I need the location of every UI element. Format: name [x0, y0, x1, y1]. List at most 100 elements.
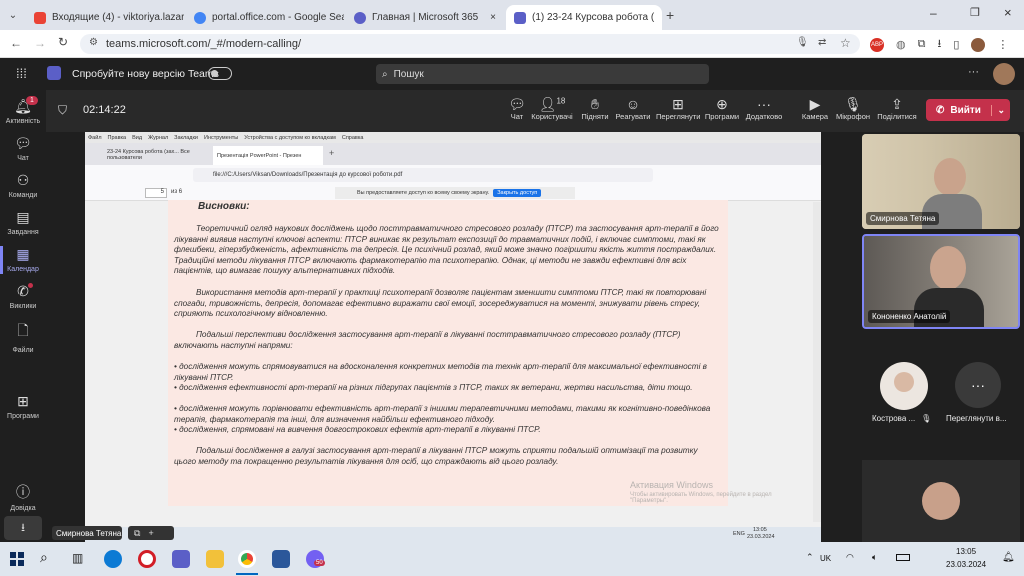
profile-avatar[interactable] [971, 37, 986, 52]
page-number-box: 5 [145, 188, 167, 198]
rail-item-activity[interactable]: 🔔︎ Активність 1 [0, 96, 46, 125]
globe-icon[interactable]: ◍ [896, 38, 906, 51]
language-indicator[interactable]: UK [820, 554, 831, 563]
forward-icon[interactable]: → [34, 36, 46, 50]
view-more-button[interactable]: ··· [955, 362, 1001, 408]
chrome-icon[interactable] [238, 550, 256, 568]
translate-icon[interactable]: ⇄ [818, 37, 826, 48]
rail-label: Виклики [9, 303, 37, 310]
bullet-text: дослідження можуть порівнювати ефективні… [174, 404, 711, 424]
tab-search-icon[interactable]: ⌄ [6, 8, 20, 22]
pdf-toolbar: 5 из 6 Вы предоставляете доступ ко всему… [85, 185, 821, 201]
leave-button[interactable]: ✆ Вийти ⌄ [926, 99, 1010, 121]
site-info-icon[interactable]: ⚙ [89, 37, 98, 48]
word-icon[interactable] [272, 550, 290, 568]
reload-icon[interactable]: ↻ [58, 35, 68, 49]
mic-icon[interactable]: 🎙 [796, 37, 809, 48]
app-launcher-icon[interactable]: ⁞⁞⁞ [16, 66, 27, 81]
download-icon[interactable]: ⭳ [937, 35, 941, 54]
tray-chevron-icon[interactable]: ⌃ [806, 552, 814, 563]
rail-item-calendar[interactable]: ▦ Календар [0, 246, 46, 274]
task-view-icon[interactable]: ▥ [72, 551, 83, 565]
download-app-button[interactable]: ⭳ [4, 516, 42, 540]
minimize-icon[interactable]: – [930, 6, 937, 20]
chevron-down-icon[interactable]: ⌄ [991, 104, 1010, 116]
participant-tile[interactable]: Смирнова Тетяна [862, 134, 1020, 229]
user-avatar[interactable] [993, 63, 1015, 85]
apps-button[interactable]: ⊕ Програми [702, 96, 742, 121]
close-icon[interactable]: × [490, 12, 496, 23]
tab-title: Входящие (4) - viktoriya.lazaren [52, 12, 184, 23]
notifications-icon[interactable]: 🔔︎ [1002, 552, 1015, 563]
rail-item-assignments[interactable]: ▤ Завдання [0, 209, 46, 236]
volume-icon[interactable]: 🔈︎ [872, 552, 877, 563]
leave-label: Вийти [950, 104, 981, 116]
rail-item-chat[interactable]: 💬︎ Чат [0, 135, 46, 162]
battery-icon[interactable] [896, 554, 910, 561]
start-icon[interactable] [10, 552, 24, 566]
participant-tile-active[interactable]: Кононенко Анатолій [862, 234, 1020, 329]
rail-item-calls[interactable]: ✆ Виклики [0, 283, 46, 310]
participant-avatar[interactable] [880, 362, 928, 410]
back-icon[interactable]: ← [10, 36, 22, 50]
shield-icon[interactable]: ⛉ [58, 103, 67, 118]
restore-icon[interactable]: ❐ [970, 6, 980, 19]
menu-item: Закладки [174, 134, 198, 141]
rail-label: Активність [5, 118, 41, 125]
toolbar-label: Камера [801, 112, 829, 121]
shared-tab-strip: 23-24 Курсова робота (зах... Все пользов… [85, 143, 821, 165]
shared-taskbar: ENG 13:05 23.03.2024 [85, 527, 821, 542]
view-button[interactable]: ⊞ Переглянути [656, 96, 700, 121]
browser-tab-google[interactable]: portal.office.com - Google Sear × [186, 5, 344, 30]
window-close-icon[interactable]: × [1004, 5, 1012, 20]
add-icon[interactable]: + [148, 528, 153, 538]
adblock-icon[interactable]: ABP [870, 37, 884, 52]
app-rail: 🔔︎ Активність 1 💬︎ Чат ⚇ Команди ▤ Завда… [0, 90, 46, 542]
more-button[interactable]: ··· Додатково [744, 96, 784, 121]
menu-item: Справка [341, 134, 364, 141]
share-button[interactable]: ⇪ Поділитися [876, 96, 918, 121]
rail-item-help[interactable]: ⓘ Довідка [0, 482, 46, 512]
edge-icon[interactable] [104, 550, 122, 568]
search-box[interactable]: ⌕ Пошук [376, 64, 709, 84]
inner-date: 23.03.2024 [747, 534, 775, 540]
extensions-icon[interactable]: ⧉ [918, 38, 926, 51]
people-button[interactable]: 👤︎18 Користувачі [530, 96, 574, 121]
address-bar[interactable]: ⚙ teams.microsoft.com/_#/modern-calling/… [80, 34, 860, 54]
browser-tab-teams[interactable]: (1) 23-24 Курсова робота ( × [506, 5, 662, 30]
smile-icon: ☺ [625, 96, 641, 112]
rail-item-apps[interactable]: ⊞ Програми [0, 393, 46, 420]
camera-button[interactable]: ▶︎ Камера [800, 96, 830, 121]
chat-button[interactable]: 💬︎ Чат [502, 96, 532, 121]
teams-icon[interactable] [172, 550, 190, 568]
participant-count: 18 [556, 96, 566, 106]
browser-tab-gmail[interactable]: Входящие (4) - viktoriya.lazaren × [26, 5, 184, 30]
clock-time[interactable]: 13:05 [956, 547, 976, 556]
react-button[interactable]: ☺ Реагувати [612, 96, 654, 121]
search-icon[interactable]: ⌕ [40, 549, 48, 566]
raise-hand-button[interactable]: ✋︎ Підняти [578, 96, 612, 121]
rail-item-files[interactable]: 🗋 Файли [0, 320, 46, 354]
toolbar-label: Програми [704, 112, 740, 121]
participant-head [934, 158, 966, 196]
browser-tab-m365[interactable]: Главная | Microsoft 365 × [346, 5, 504, 30]
download-icon: ⭳ [21, 521, 25, 534]
mic-button[interactable]: 🎙︎ Мікрофон [834, 96, 872, 121]
new-tab-icon[interactable]: + [666, 7, 674, 23]
star-icon[interactable]: ☆ [840, 36, 851, 50]
try-new-teams-toggle[interactable] [208, 67, 232, 80]
more-options-icon[interactable]: ··· [968, 66, 979, 78]
file-explorer-icon[interactable] [206, 550, 224, 568]
opera-icon[interactable] [138, 550, 156, 568]
notification-badge: 1 [26, 96, 38, 105]
wifi-icon[interactable]: ◠ [846, 552, 854, 563]
participant-tile-small[interactable] [862, 460, 1020, 542]
chat-icon: 💬︎ [508, 96, 526, 112]
calendar-icon: ▦ [16, 246, 30, 262]
pin-icon[interactable]: ⧉ [134, 528, 140, 539]
sidepanel-icon[interactable]: ▯ [953, 38, 959, 51]
clock-date[interactable]: 23.03.2024 [946, 560, 986, 569]
rail-item-teams[interactable]: ⚇ Команди [0, 172, 46, 199]
toolbar-label: Поділитися [877, 112, 917, 121]
menu-dots-icon[interactable]: ⋮ [997, 38, 1008, 51]
